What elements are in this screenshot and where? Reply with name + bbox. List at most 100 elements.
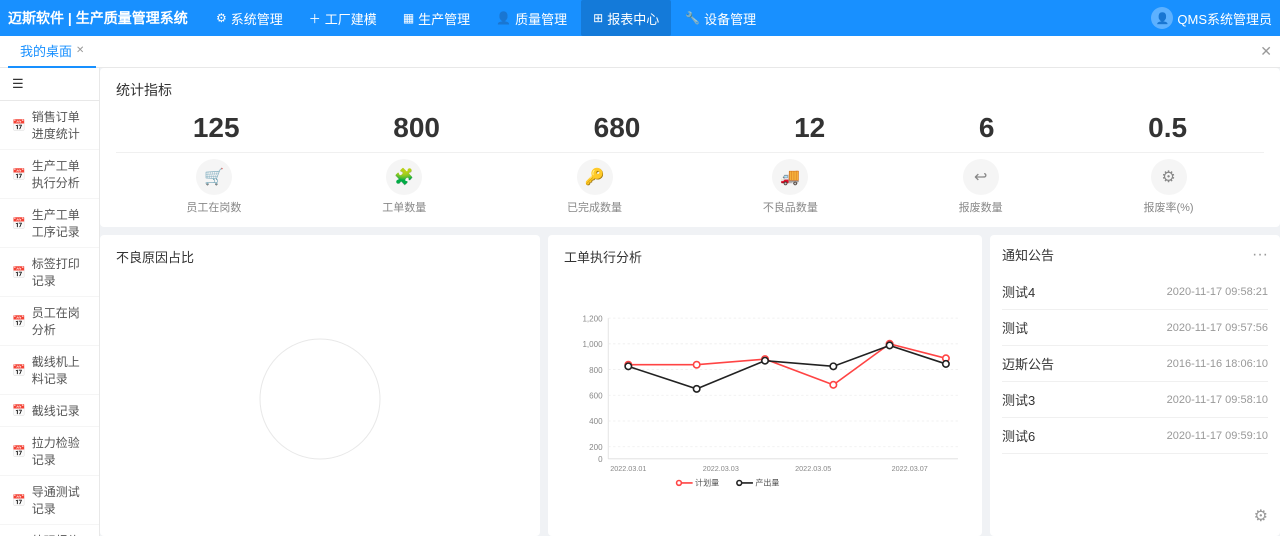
svg-text:2022.03.03: 2022.03.03 xyxy=(703,464,739,473)
sidebar-item-wire-cut[interactable]: 📅 截线记录 xyxy=(0,395,99,427)
notification-title-4: 测试6 xyxy=(1002,426,1035,445)
notification-time-0: 2020-11-17 09:58:21 xyxy=(1167,286,1268,298)
svg-text:600: 600 xyxy=(589,392,603,401)
notification-header: 通知公告 ··· xyxy=(1002,245,1268,264)
notification-time-1: 2020-11-17 09:57:56 xyxy=(1167,322,1268,334)
app-header: 迈斯软件 | 生产质量管理系统 ⚙ 系统管理 ＋ 工厂建模 ▦ 生产管理 👤 质… xyxy=(0,0,1280,36)
user-info[interactable]: 👤 QMS系统管理员 xyxy=(1151,7,1272,29)
stats-numbers: 125 800 680 12 6 0.5 xyxy=(116,112,1264,144)
svg-text:计划量: 计划量 xyxy=(695,477,719,487)
workorder-chart-area: 1,200 1,000 800 600 400 xyxy=(564,274,966,523)
notification-title-2: 迈斯公告 xyxy=(1002,354,1054,373)
stat-item-3: 🚚 不良品数量 xyxy=(763,159,818,215)
sidebar-item-conduction[interactable]: 📅 导通测试记录 xyxy=(0,476,99,525)
calendar-icon-3: 📅 xyxy=(12,217,26,230)
calendar-icon-6: 📅 xyxy=(12,364,26,377)
completed-icon: 🔑 xyxy=(577,159,613,195)
notification-time-3: 2020-11-17 09:58:10 xyxy=(1167,394,1268,406)
notification-item-1[interactable]: 测试 2020-11-17 09:57:56 xyxy=(1002,310,1268,346)
production-icon: ▦ xyxy=(403,11,414,25)
stat-value-0: 125 xyxy=(193,112,240,144)
tab-dashboard[interactable]: 我的桌面 ✕ xyxy=(8,36,96,68)
stat-label-4: 报废数量 xyxy=(959,199,1003,215)
nav-quality[interactable]: 👤 质量管理 xyxy=(484,0,579,36)
svg-text:400: 400 xyxy=(589,417,603,426)
notification-title-1: 测试 xyxy=(1002,318,1028,337)
stat-label-0: 员工在岗数 xyxy=(186,199,241,215)
stat-value-5: 0.5 xyxy=(1148,112,1187,144)
right-content: 统计指标 125 800 680 12 6 0.5 🛒 员工在岗数 🧩 工单数量 xyxy=(100,68,1280,536)
svg-text:0: 0 xyxy=(598,455,603,464)
sidebar: ☰ 📅 销售订单进度统计 📅 生产工单执行分析 📅 生产工单工序记录 📅 标签打… xyxy=(0,68,100,536)
svg-text:2022.03.05: 2022.03.05 xyxy=(795,464,831,473)
stats-title: 统计指标 xyxy=(116,80,1264,100)
stat-item-1: 🧩 工单数量 xyxy=(382,159,426,215)
calendar-icon-4: 📅 xyxy=(12,266,26,279)
stat-item-2: 🔑 已完成数量 xyxy=(567,159,622,215)
stat-value-2: 680 xyxy=(594,112,641,144)
sidebar-item-wire-feed[interactable]: 📅 截线机上料记录 xyxy=(0,346,99,395)
settings-gear-icon[interactable]: ⚙ xyxy=(1254,506,1268,526)
sidebar-item-appearance[interactable]: 📅 外观报修记录 xyxy=(0,525,99,536)
stat-label-5: 报废率(%) xyxy=(1143,199,1193,215)
main-nav: ⚙ 系统管理 ＋ 工厂建模 ▦ 生产管理 👤 质量管理 ⊞ 报表中心 🔧 设备管… xyxy=(204,0,1151,36)
employee-icon: 🛒 xyxy=(196,159,232,195)
stat-value-3: 12 xyxy=(794,112,825,144)
scrap-rate-icon: ⚙ xyxy=(1151,159,1187,195)
nav-factory[interactable]: ＋ 工厂建模 xyxy=(297,0,389,36)
stat-label-1: 工单数量 xyxy=(382,199,426,215)
notification-more-icon[interactable]: ··· xyxy=(1252,246,1268,264)
factory-icon: ＋ xyxy=(309,10,321,27)
sidebar-item-sales[interactable]: 📅 销售订单进度统计 xyxy=(0,101,99,150)
notification-title-0: 测试4 xyxy=(1002,282,1035,301)
equipment-icon: 🔧 xyxy=(685,11,700,25)
sidebar-header[interactable]: ☰ xyxy=(0,68,99,101)
sidebar-item-employee[interactable]: 📅 员工在岗分析 xyxy=(0,297,99,346)
sidebar-item-tension[interactable]: 📅 拉力检验记录 xyxy=(0,427,99,476)
sidebar-item-production-exec[interactable]: 📅 生产工单执行分析 xyxy=(0,150,99,199)
notification-title-3: 测试3 xyxy=(1002,390,1035,409)
sidebar-item-label-print[interactable]: 📅 标签打印记录 xyxy=(0,248,99,297)
tab-close-icon[interactable]: ✕ xyxy=(76,45,84,56)
svg-text:200: 200 xyxy=(589,443,603,452)
nav-equipment[interactable]: 🔧 设备管理 xyxy=(673,0,768,36)
calendar-icon-5: 📅 xyxy=(12,315,26,328)
notification-panel: 通知公告 ··· 测试4 2020-11-17 09:58:21 测试 2020… xyxy=(990,235,1280,536)
notification-item-2[interactable]: 迈斯公告 2016-11-16 18:06:10 xyxy=(1002,346,1268,382)
menu-icon: ☰ xyxy=(12,76,24,92)
notification-item-4[interactable]: 测试6 2020-11-17 09:59:10 xyxy=(1002,418,1268,454)
calendar-icon-9: 📅 xyxy=(12,494,26,507)
workorder-title: 工单执行分析 xyxy=(564,247,966,266)
defect-chart xyxy=(210,309,430,489)
system-icon: ⚙ xyxy=(216,11,227,25)
main-layout: ☰ 📅 销售订单进度统计 📅 生产工单执行分析 📅 生产工单工序记录 📅 标签打… xyxy=(0,68,1280,536)
sidebar-item-production-record[interactable]: 📅 生产工单工序记录 xyxy=(0,199,99,248)
stat-label-3: 不良品数量 xyxy=(763,199,818,215)
avatar: 👤 xyxy=(1151,7,1173,29)
notification-item-0[interactable]: 测试4 2020-11-17 09:58:21 xyxy=(1002,274,1268,310)
workorder-chart: 1,200 1,000 800 600 400 xyxy=(564,274,966,523)
svg-text:1,000: 1,000 xyxy=(582,340,603,349)
notification-time-4: 2020-11-17 09:59:10 xyxy=(1167,430,1268,442)
nav-report[interactable]: ⊞ 报表中心 xyxy=(581,0,671,36)
calendar-icon-2: 📅 xyxy=(12,168,26,181)
notification-item-3[interactable]: 测试3 2020-11-17 09:58:10 xyxy=(1002,382,1268,418)
tab-bar: 我的桌面 ✕ ✕ xyxy=(0,36,1280,68)
svg-text:产出量: 产出量 xyxy=(755,477,779,487)
svg-text:800: 800 xyxy=(589,366,603,375)
stats-divider xyxy=(116,152,1264,153)
calendar-icon-1: 📅 xyxy=(12,119,26,132)
bottom-panels: 不良原因占比 工单执行分析 xyxy=(100,235,1280,536)
defect-title: 不良原因占比 xyxy=(116,247,524,266)
defect-icon: 🚚 xyxy=(772,159,808,195)
tab-bar-close-icon[interactable]: ✕ xyxy=(1260,43,1272,60)
calendar-icon-7: 📅 xyxy=(12,404,26,417)
nav-production[interactable]: ▦ 生产管理 xyxy=(391,0,482,36)
stat-item-4: ↩ 报废数量 xyxy=(959,159,1003,215)
stat-value-4: 6 xyxy=(979,112,995,144)
app-logo: 迈斯软件 | 生产质量管理系统 xyxy=(8,8,188,28)
stat-item-5: ⚙ 报废率(%) xyxy=(1143,159,1193,215)
notification-time-2: 2016-11-16 18:06:10 xyxy=(1167,358,1268,370)
nav-system[interactable]: ⚙ 系统管理 xyxy=(204,0,295,36)
defect-chart-area xyxy=(116,274,524,523)
